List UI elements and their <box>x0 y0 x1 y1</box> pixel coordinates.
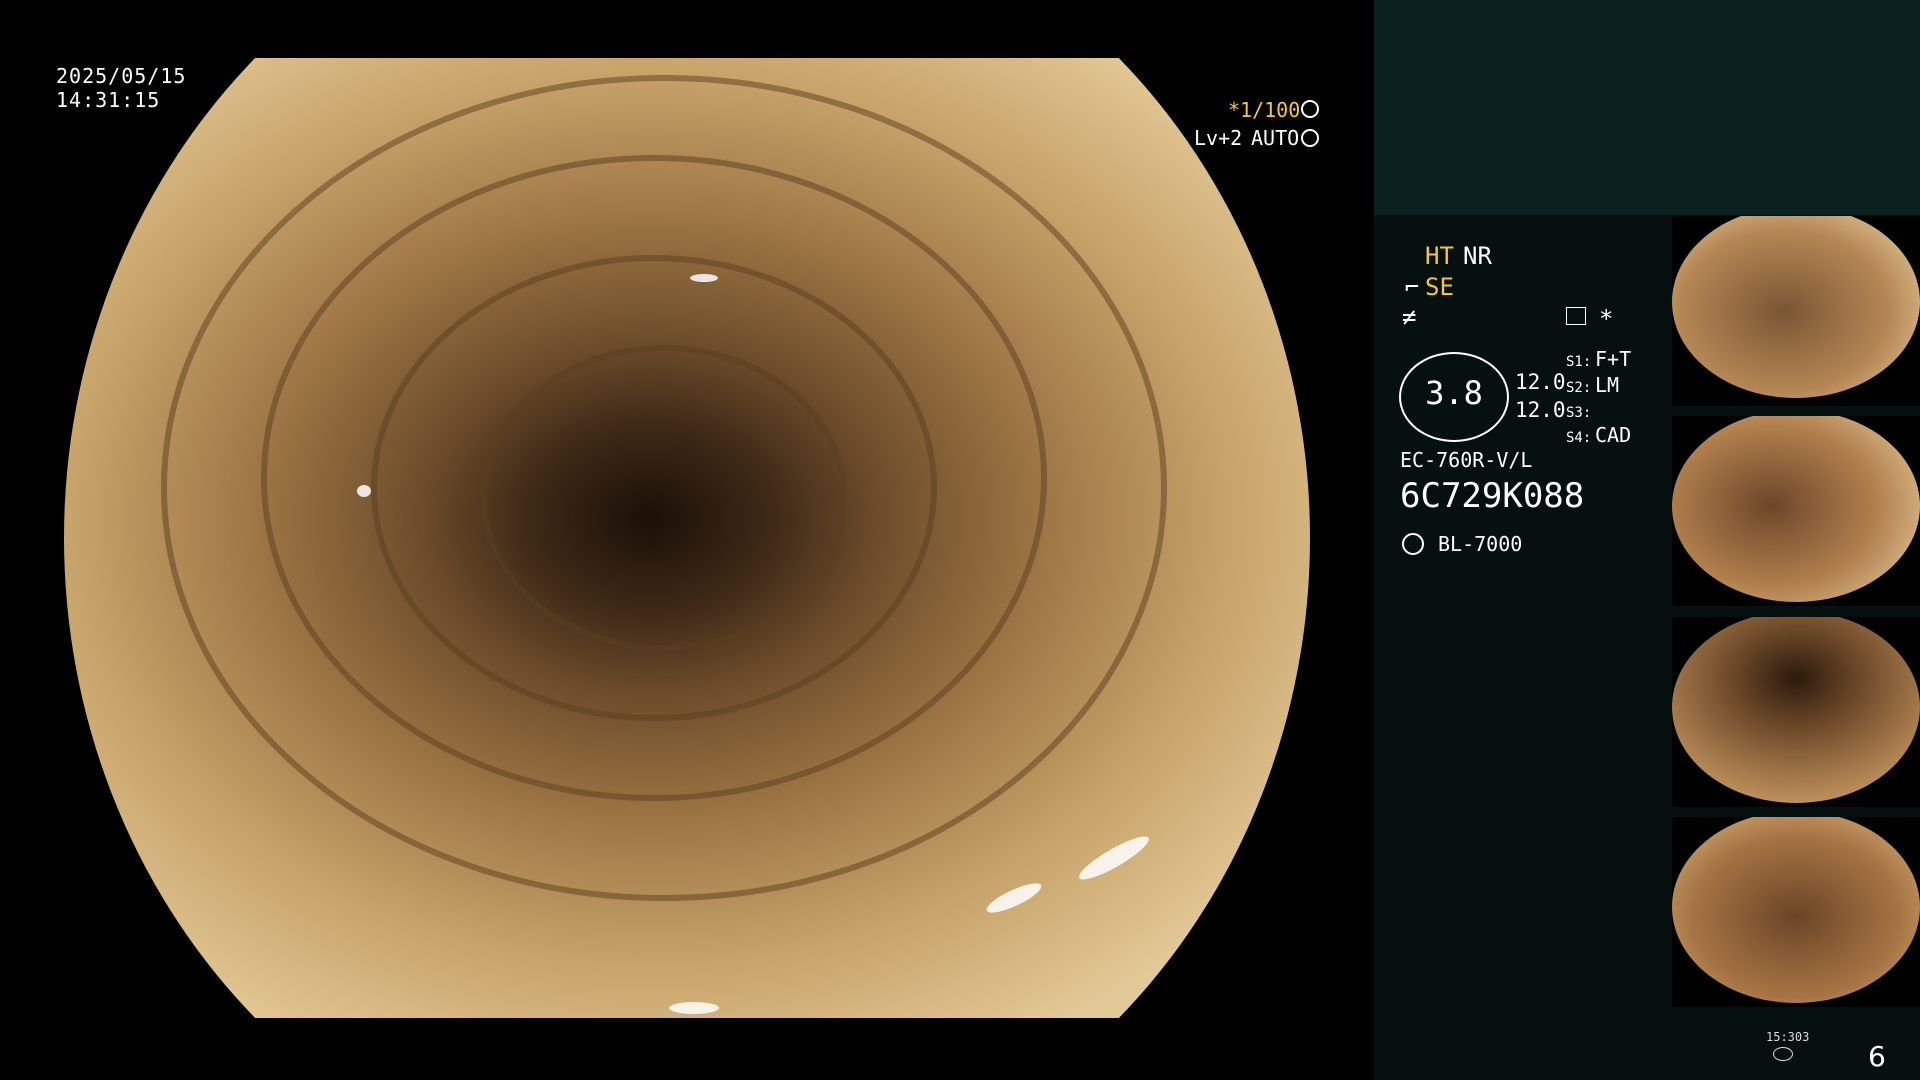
serial-number: 6C729K088 <box>1400 476 1585 516</box>
light-icon <box>1402 533 1424 555</box>
s2-value: LM <box>1595 373 1620 397</box>
s2-label: S2: <box>1566 380 1592 396</box>
s4-label: S4: <box>1566 430 1592 446</box>
auto-label: AUTO <box>1251 126 1300 150</box>
thumbnail-4[interactable] <box>1672 817 1920 1007</box>
side-panel-header <box>1374 0 1920 215</box>
gauge-value: 3.8 <box>1425 374 1483 412</box>
value-2: 12.0 <box>1515 398 1566 422</box>
value-1: 12.0 <box>1515 370 1566 394</box>
color-icon: ≠ <box>1402 303 1417 331</box>
s4-value: CAD <box>1595 423 1632 447</box>
time-label: 14:31:15 <box>56 88 161 112</box>
s3-label: S3: <box>1566 405 1592 421</box>
endoscope-view <box>64 58 1310 1018</box>
s1-value: F+T <box>1595 347 1632 371</box>
light-level-label: Lv+2 <box>1194 126 1243 150</box>
thumbnail-2[interactable] <box>1672 416 1920 606</box>
shutter-label: *1/100 <box>1228 98 1301 122</box>
storage-time: 15:303 <box>1766 1030 1810 1044</box>
image-count: 6 <box>1868 1040 1886 1073</box>
scope-model: EC-760R-V/L <box>1400 448 1533 472</box>
thumbnail-3[interactable] <box>1672 617 1920 807</box>
s1-label: S1: <box>1566 354 1592 370</box>
structure-enhance-icon: ⌐ <box>1404 273 1420 301</box>
thumbnail-1[interactable] <box>1672 216 1920 406</box>
light-source: BL-7000 <box>1438 532 1523 556</box>
se-label: SE <box>1425 273 1454 301</box>
freeze-icon <box>1566 307 1586 325</box>
storage-icon <box>1773 1047 1793 1061</box>
auto-iris-icon <box>1301 129 1319 147</box>
ht-label: HT <box>1425 242 1454 270</box>
asterisk-icon: * <box>1599 305 1614 333</box>
nr-label: NR <box>1463 242 1492 270</box>
aperture-icon <box>1301 100 1319 118</box>
date-label: 2025/05/15 <box>56 64 187 88</box>
